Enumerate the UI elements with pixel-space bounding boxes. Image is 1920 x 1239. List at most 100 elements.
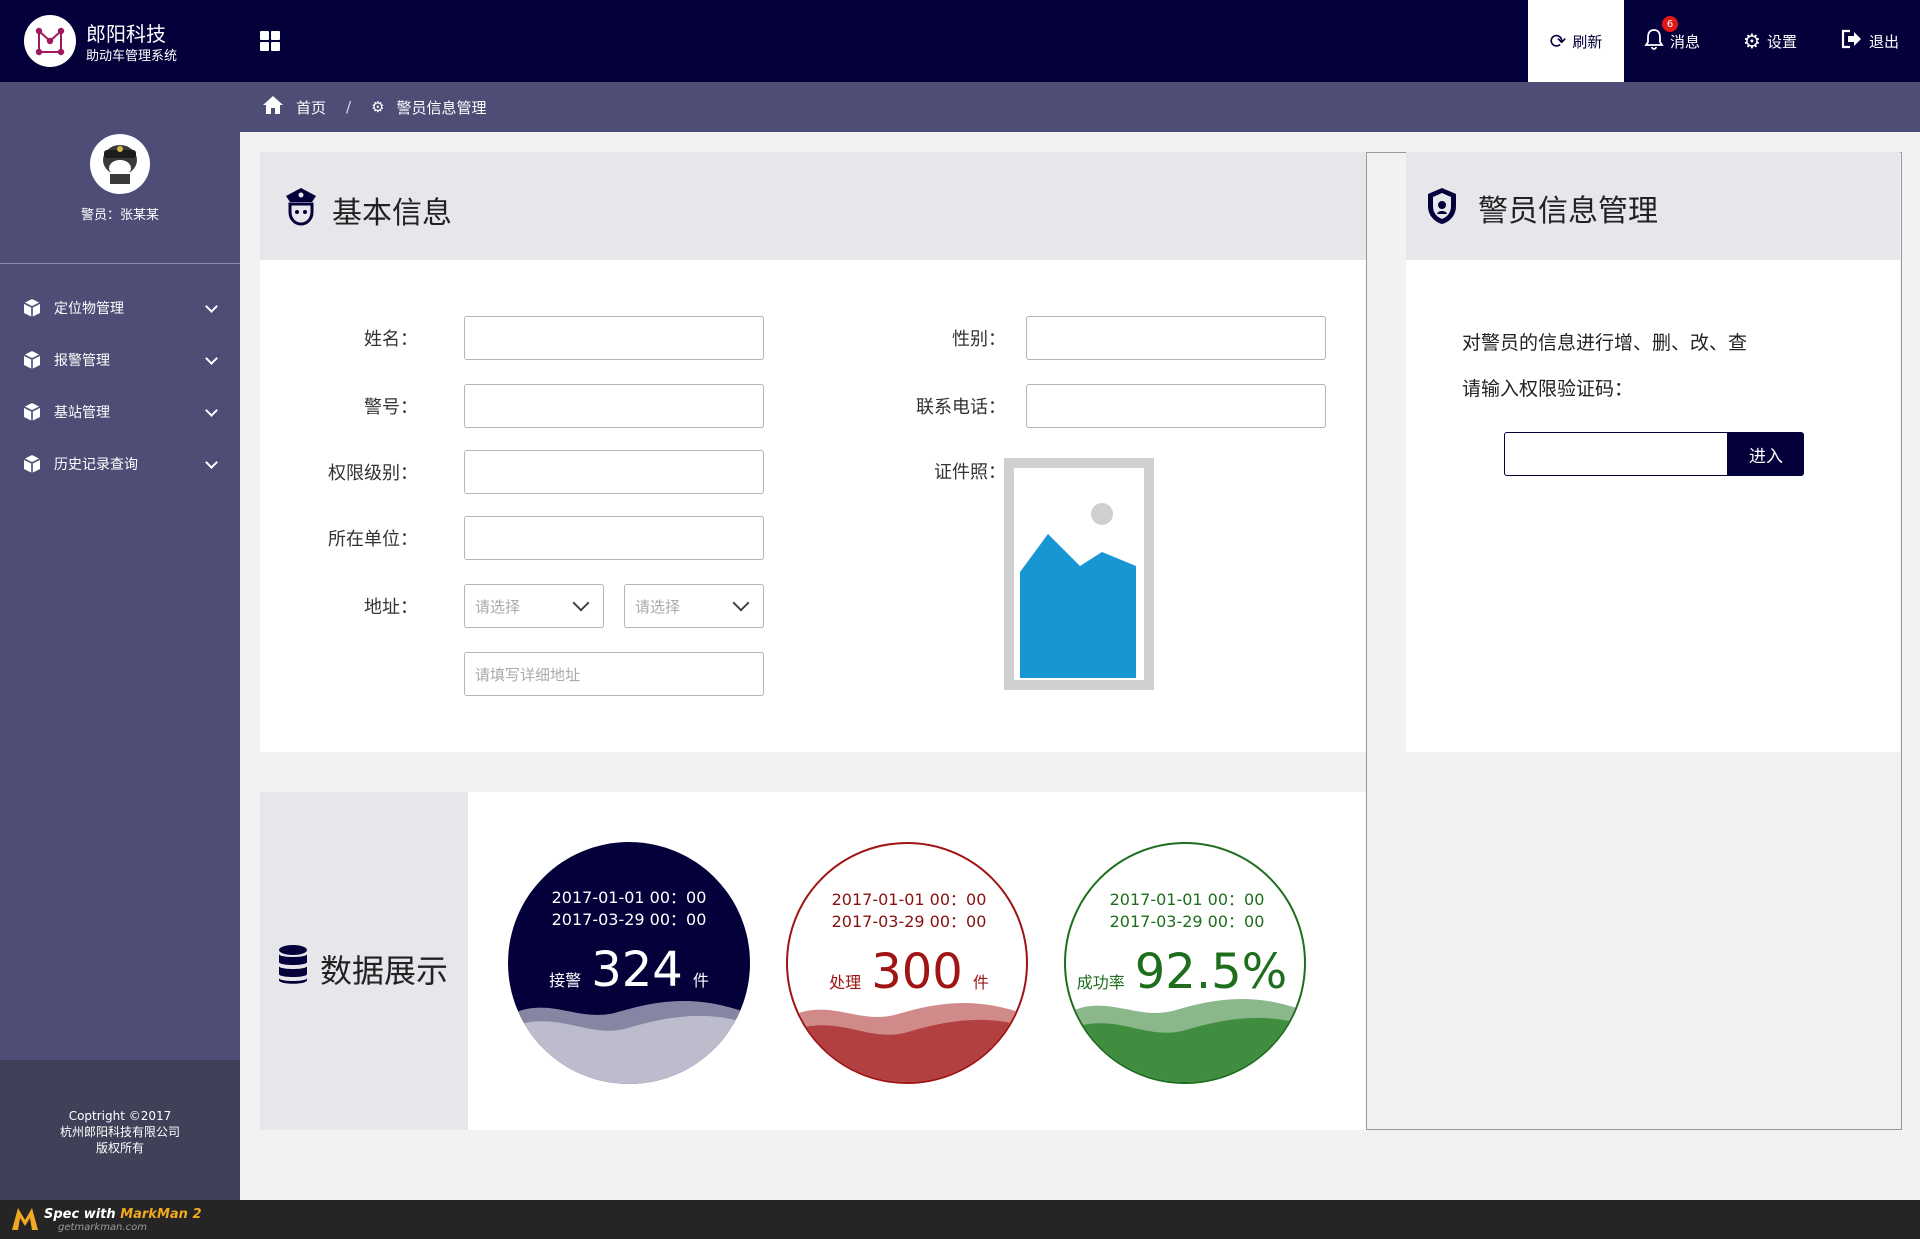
messages-label: 消息 bbox=[1669, 32, 1700, 51]
stat-label: 接警 bbox=[549, 971, 582, 990]
cube-icon bbox=[23, 455, 41, 473]
id-photo-label: 证件照： bbox=[934, 462, 1006, 483]
chevron-down-icon bbox=[205, 404, 218, 417]
breadcrumb-separator: / bbox=[346, 98, 352, 116]
date-to: 2017-03-29 00：00 bbox=[831, 912, 987, 931]
sidebar-item-history[interactable]: 历史记录查询 bbox=[0, 438, 240, 490]
sidebar-item-locator[interactable]: 定位物管理 bbox=[0, 282, 240, 334]
success-rate-card: 2017-01-01 00：00 2017-03-29 00：00 成功率 92… bbox=[1064, 842, 1306, 1084]
permission-code-input[interactable] bbox=[1504, 432, 1728, 476]
sidebar-menu: 定位物管理 报警管理 基站管理 历史记录查询 bbox=[0, 282, 240, 490]
address-detail-input[interactable]: 请填写详细地址 bbox=[464, 652, 764, 696]
stat-unit: 件 bbox=[692, 971, 709, 990]
gender-row: 性别： bbox=[780, 316, 1326, 360]
address-detail-row: 请填写详细地址 bbox=[464, 652, 764, 696]
chevron-down-icon bbox=[732, 594, 750, 612]
cube-icon bbox=[23, 351, 41, 369]
stat-value: 324 bbox=[591, 942, 683, 998]
breadcrumb: 首页 / ⚙ 警员信息管理 bbox=[240, 82, 1920, 132]
city-select[interactable]: 请选择 bbox=[624, 584, 764, 628]
refresh-label: 刷新 bbox=[1572, 32, 1603, 51]
database-icon bbox=[279, 945, 307, 984]
breadcrumb-home[interactable]: 首页 bbox=[296, 97, 326, 118]
chevron-down-icon bbox=[205, 352, 218, 365]
markman-bar: Spec with MarkMan 2 getmarkman.com bbox=[0, 1200, 1920, 1239]
city-placeholder: 请选择 bbox=[635, 597, 681, 616]
processed-stat-card: 2017-01-01 00：00 2017-03-29 00：00 处理 300… bbox=[786, 842, 1028, 1084]
wave-decoration bbox=[1066, 999, 1304, 1082]
logout-label: 退出 bbox=[1868, 32, 1899, 51]
chevron-down-icon bbox=[205, 456, 218, 469]
sidebar-item-station[interactable]: 基站管理 bbox=[0, 386, 240, 438]
basic-info-panel: 基本信息 姓名： 警号： 权限级别： 所在单位： 地址： 请选择 请选择 请填写… bbox=[260, 152, 1366, 752]
refresh-icon: ⟳ bbox=[1549, 29, 1567, 53]
bell-icon bbox=[1644, 28, 1664, 55]
badge-number-input[interactable] bbox=[464, 384, 764, 428]
date-to: 2017-03-29 00：00 bbox=[1109, 912, 1265, 931]
gender-input[interactable] bbox=[1026, 316, 1326, 360]
name-input[interactable] bbox=[464, 316, 764, 360]
markman-prefix: Spec with bbox=[44, 1207, 121, 1222]
enter-button[interactable]: 进入 bbox=[1728, 432, 1804, 476]
permission-level-input[interactable] bbox=[464, 450, 764, 494]
manage-panel: 警员信息管理 对警员的信息进行增、删、改、查 请输入权限验证码： 进入 bbox=[1406, 152, 1900, 752]
cube-icon bbox=[23, 299, 41, 317]
image-placeholder-icon bbox=[1020, 503, 1136, 678]
badge-label: 警号： bbox=[364, 397, 418, 418]
sidebar: 警员：张某某 定位物管理 报警管理 基站管理 历史记录查询 bbox=[0, 82, 240, 1060]
menu-grid-icon[interactable] bbox=[260, 31, 280, 51]
manage-header: 警员信息管理 bbox=[1406, 152, 1900, 260]
unit-input[interactable] bbox=[464, 516, 764, 560]
received-stat-card: 2017-01-01 00：00 2017-03-29 00：00 接警 324… bbox=[508, 842, 750, 1084]
stat-value: 300 bbox=[871, 944, 963, 1000]
settings-label: 设置 bbox=[1766, 32, 1797, 51]
permission-label: 权限级别： bbox=[328, 463, 418, 484]
unit-row: 所在单位： bbox=[260, 516, 764, 560]
date-to: 2017-03-29 00：00 bbox=[551, 910, 707, 929]
date-from: 2017-01-01 00：00 bbox=[551, 888, 707, 907]
sidebar-item-label: 历史记录查询 bbox=[54, 457, 138, 473]
address-detail-placeholder: 请填写详细地址 bbox=[475, 665, 581, 684]
date-from: 2017-01-01 00：00 bbox=[1109, 890, 1265, 909]
stat-value: 92.5% bbox=[1134, 944, 1288, 1000]
wave-decoration bbox=[788, 1003, 1026, 1082]
brand-subtitle: 助动车管理系统 bbox=[86, 49, 178, 64]
top-header: 郎阳科技 助动车管理系统 ⟳ 刷新 6 消息 ⚙ 设置 退出 bbox=[0, 0, 1920, 82]
id-photo-upload[interactable] bbox=[1004, 458, 1154, 690]
logout-button[interactable]: 退出 bbox=[1820, 0, 1920, 82]
date-from: 2017-01-01 00：00 bbox=[831, 890, 987, 909]
sidebar-item-alarm[interactable]: 报警管理 bbox=[0, 334, 240, 386]
police-officer-icon bbox=[286, 188, 316, 226]
copyright-footer: Coptright ©2017 杭州郎阳科技有限公司 版权所有 bbox=[0, 1060, 240, 1200]
chevron-down-icon bbox=[205, 300, 218, 313]
messages-button[interactable]: 6 消息 bbox=[1624, 0, 1720, 82]
shield-icon bbox=[1428, 188, 1456, 224]
wave-decoration bbox=[508, 1000, 750, 1084]
avatar[interactable] bbox=[90, 134, 150, 194]
name-label: 姓名： bbox=[364, 329, 418, 350]
data-display-header: 数据展示 bbox=[260, 792, 468, 1130]
sidebar-item-label: 定位物管理 bbox=[54, 301, 124, 317]
settings-button[interactable]: ⚙ 设置 bbox=[1720, 0, 1820, 82]
unit-label: 所在单位： bbox=[328, 529, 418, 550]
phone-row: 联系电话： bbox=[780, 384, 1326, 428]
phone-input[interactable] bbox=[1026, 384, 1326, 428]
cube-icon bbox=[23, 403, 41, 421]
home-icon[interactable] bbox=[262, 95, 284, 119]
logo-icon bbox=[35, 27, 65, 56]
markman-text: Spec with MarkMan 2 bbox=[44, 1207, 202, 1222]
brand-name: 郎阳科技 bbox=[86, 22, 166, 46]
chevron-down-icon bbox=[572, 594, 590, 612]
gear-icon: ⚙ bbox=[1743, 29, 1761, 53]
address-row: 地址： 请选择 请选择 bbox=[260, 584, 764, 628]
province-select[interactable]: 请选择 bbox=[464, 584, 604, 628]
data-display-panel: 数据展示 2017-01-01 00：00 2017-03-29 00：00 接… bbox=[260, 792, 1366, 1130]
copyright-line: Coptright ©2017 bbox=[68, 1109, 172, 1123]
breadcrumb-current: 警员信息管理 bbox=[396, 98, 487, 117]
brand-logo[interactable] bbox=[24, 15, 76, 67]
rights-line: 版权所有 bbox=[95, 1141, 144, 1155]
badge-row: 警号： bbox=[260, 384, 764, 428]
stat-unit: 件 bbox=[972, 973, 989, 992]
refresh-button[interactable]: ⟳ 刷新 bbox=[1528, 0, 1624, 82]
markman-site: getmarkman.com bbox=[58, 1222, 147, 1233]
